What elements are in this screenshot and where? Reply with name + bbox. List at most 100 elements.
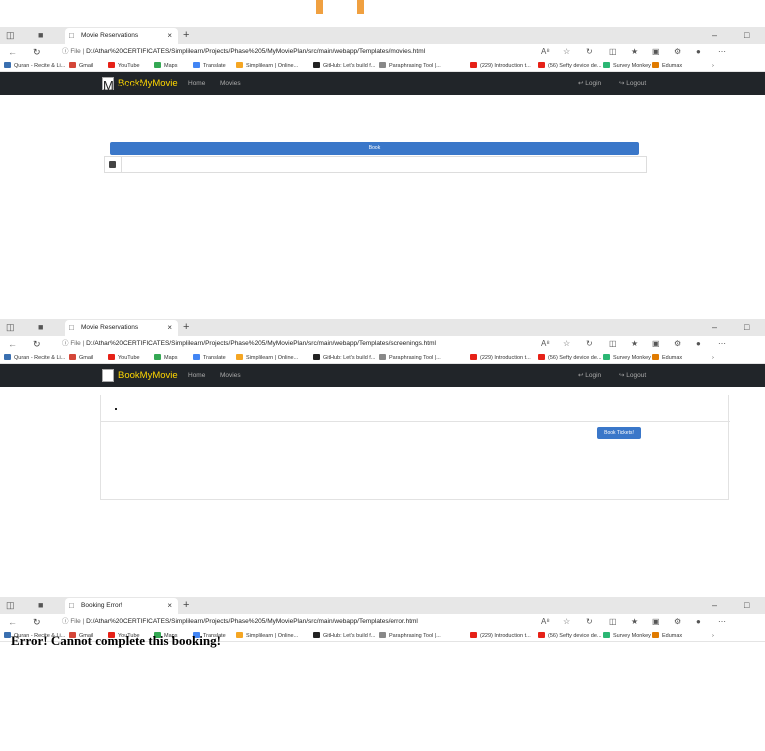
new-tab-icon[interactable]: + [183, 27, 189, 44]
more-icon[interactable]: ⋯ [718, 45, 726, 59]
back-icon[interactable]: ← [8, 45, 17, 59]
back-icon[interactable]: ← [8, 615, 17, 629]
nav-home-link[interactable]: Home [188, 72, 205, 95]
bookmark-item[interactable]: Gmail [69, 352, 93, 364]
bookmark-item[interactable]: Survey Monkey [603, 352, 651, 364]
restore-icon[interactable]: □ [744, 27, 749, 44]
profile-icon[interactable]: ● [696, 45, 701, 59]
close-tab-icon[interactable]: × [167, 28, 172, 44]
read-aloud-icon[interactable]: A⁸ [541, 45, 550, 59]
profile-icon[interactable]: ● [696, 615, 701, 629]
close-tab-icon[interactable]: × [167, 320, 172, 336]
extensions-icon[interactable]: ⚙ [674, 615, 681, 629]
book-button[interactable]: Book [110, 142, 639, 155]
nav-movies-link[interactable]: Movies [220, 72, 241, 95]
minimize-icon[interactable]: – [712, 319, 717, 336]
bookmark-item[interactable]: Survey Monkey [603, 630, 651, 642]
extensions-icon[interactable]: ⚙ [674, 337, 681, 351]
logout-link[interactable]: ↪ Logout [619, 364, 646, 387]
bookmark-item[interactable]: Paraphrasing Tool |... [379, 630, 441, 642]
new-tab-icon[interactable]: + [183, 319, 189, 336]
brand-link[interactable]: BookMyMovie [118, 364, 178, 387]
address-input[interactable]: ⓘ File | D:/Athar%20CERTIFICATES/Simplil… [62, 337, 436, 351]
favorites-icon[interactable]: ★ [631, 45, 638, 59]
bookmark-item[interactable]: Simplilearn | Online... [236, 630, 298, 642]
workspaces-icon[interactable]: ◫ [6, 30, 15, 41]
split-screen-icon[interactable]: ◫ [609, 45, 617, 59]
refresh-icon[interactable]: ↻ [33, 615, 41, 629]
bookmark-item[interactable]: Edumax [652, 630, 682, 642]
refresh-page-icon[interactable]: ↻ [586, 45, 593, 59]
workspaces-icon[interactable]: ◫ [6, 322, 15, 333]
browser-tab[interactable]: □ Booking Error! × [65, 598, 178, 614]
workspaces-icon[interactable]: ◫ [6, 600, 15, 611]
restore-icon[interactable]: □ [744, 319, 749, 336]
favorites-icon[interactable]: ★ [631, 615, 638, 629]
bookmark-item[interactable]: Paraphrasing Tool |... [379, 60, 441, 72]
bookmark-item[interactable]: YouTube [108, 352, 140, 364]
nav-movies-link[interactable]: Movies [220, 364, 241, 387]
more-icon[interactable]: ⋯ [718, 615, 726, 629]
bookmark-item[interactable]: Quran - Recite & Li... [4, 60, 65, 72]
login-link[interactable]: ↩ Login [578, 364, 601, 387]
refresh-icon[interactable]: ↻ [33, 45, 41, 59]
tab-actions-icon[interactable]: ■ [38, 30, 43, 41]
profile-icon[interactable]: ● [696, 337, 701, 351]
bookmark-item[interactable]: GitHub: Let's build f... [313, 352, 375, 364]
address-input[interactable]: ⓘ File | D:/Athar%20CERTIFICATES/Simplil… [62, 615, 418, 629]
tab-actions-icon[interactable]: ■ [38, 600, 43, 611]
bookmark-item[interactable]: Edumax [652, 60, 682, 72]
bookmark-item[interactable]: Edumax [652, 352, 682, 364]
collections-icon[interactable]: ▣ [652, 615, 660, 629]
extensions-icon[interactable]: ⚙ [674, 45, 681, 59]
refresh-icon[interactable]: ↻ [33, 337, 41, 351]
bookmarks-more-icon[interactable]: › [712, 352, 714, 364]
bookmark-item[interactable]: (56) Sefty device de... [538, 352, 602, 364]
bookmark-item[interactable]: Simplilearn | Online... [236, 352, 298, 364]
favorite-star-icon[interactable]: ☆ [563, 45, 570, 59]
bookmark-item[interactable]: Paraphrasing Tool |... [379, 352, 441, 364]
split-screen-icon[interactable]: ◫ [609, 337, 617, 351]
bookmark-item[interactable]: GitHub: Let's build f... [313, 60, 375, 72]
bookmark-item[interactable]: (229) Introduction t... [470, 60, 531, 72]
browser-tab[interactable]: □ Movie Reservations × [65, 320, 178, 336]
split-screen-icon[interactable]: ◫ [609, 615, 617, 629]
read-aloud-icon[interactable]: A⁸ [541, 337, 550, 351]
restore-icon[interactable]: □ [744, 597, 749, 614]
favorite-star-icon[interactable]: ☆ [563, 337, 570, 351]
bookmark-item[interactable]: GitHub: Let's build f... [313, 630, 375, 642]
bookmark-item[interactable]: (56) Sefty device de... [538, 60, 602, 72]
bookmark-item[interactable]: YouTube [108, 60, 140, 72]
refresh-page-icon[interactable]: ↻ [586, 615, 593, 629]
bookmark-item[interactable]: Maps [154, 60, 177, 72]
address-input[interactable]: ⓘ File | D:/Athar%20CERTIFICATES/Simplil… [62, 45, 425, 59]
new-tab-icon[interactable]: + [183, 597, 189, 614]
minimize-icon[interactable]: – [712, 27, 717, 44]
browser-tab[interactable]: □ Movie Reservations × [65, 28, 178, 44]
collections-icon[interactable]: ▣ [652, 337, 660, 351]
book-tickets-button[interactable]: Book Tickets! [597, 427, 641, 439]
nav-home-link[interactable]: Home [188, 364, 205, 387]
back-icon[interactable]: ← [8, 337, 17, 351]
tab-actions-icon[interactable]: ■ [38, 322, 43, 333]
minimize-icon[interactable]: – [712, 597, 717, 614]
favorites-icon[interactable]: ★ [631, 337, 638, 351]
refresh-page-icon[interactable]: ↻ [586, 337, 593, 351]
bookmarks-more-icon[interactable]: › [712, 60, 714, 72]
bookmark-item[interactable]: (229) Introduction t... [470, 630, 531, 642]
bookmark-item[interactable]: (56) Sefty device de... [538, 630, 602, 642]
bookmarks-more-icon[interactable]: › [712, 630, 714, 642]
bookmark-item[interactable]: Gmail [69, 60, 93, 72]
bookmark-item[interactable]: Maps [154, 352, 177, 364]
bookmark-item[interactable]: Survey Monkey [603, 60, 651, 72]
close-tab-icon[interactable]: × [167, 598, 172, 614]
bookmark-item[interactable]: Simplilearn | Online... [236, 60, 298, 72]
login-link[interactable]: ↩ Login [578, 72, 601, 95]
bookmark-item[interactable]: (229) Introduction t... [470, 352, 531, 364]
bookmark-item[interactable]: Translate [193, 60, 226, 72]
read-aloud-icon[interactable]: A⁸ [541, 615, 550, 629]
collections-icon[interactable]: ▣ [652, 45, 660, 59]
logout-link[interactable]: ↪ Logout [619, 72, 646, 95]
favorite-star-icon[interactable]: ☆ [563, 615, 570, 629]
bookmark-item[interactable]: Translate [193, 352, 226, 364]
